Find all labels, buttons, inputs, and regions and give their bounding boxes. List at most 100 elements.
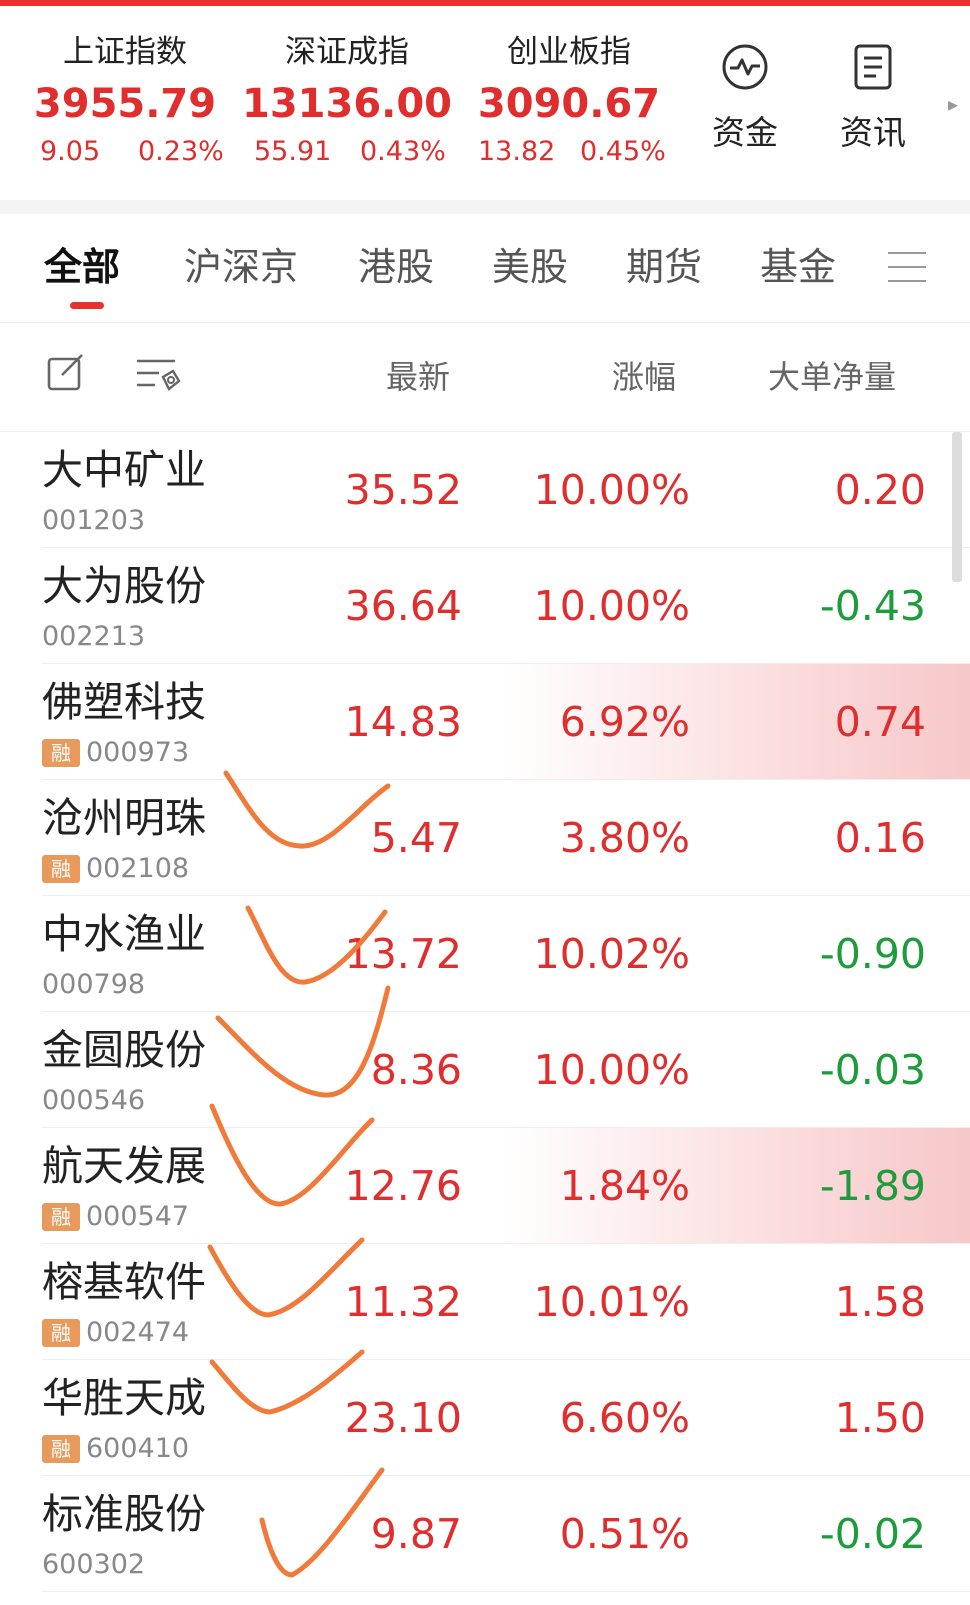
margin-badge: 融 — [42, 739, 80, 767]
stock-row[interactable]: 金圆股份 000546 8.36 10.00% -0.03 — [0, 1012, 970, 1128]
document-icon — [854, 44, 892, 90]
tab-us-stocks[interactable]: 美股 — [492, 240, 568, 294]
stock-change-pct: 10.00% — [533, 1046, 690, 1094]
stock-code: 600302 — [42, 1549, 146, 1580]
stock-price: 36.64 — [344, 582, 462, 630]
stock-row[interactable]: 佛塑科技融 000973 14.83 6.92% 0.74 — [0, 664, 970, 780]
stock-code-line: 002213 — [42, 620, 145, 654]
stock-big-order-net: 1.50 — [834, 1394, 926, 1442]
stock-change-pct: 6.60% — [559, 1394, 690, 1442]
tab-hk-stocks[interactable]: 港股 — [358, 240, 434, 294]
index-point: 13136.00 — [241, 81, 453, 127]
index-name: 创业板指 — [507, 34, 631, 70]
index-card-shanghai[interactable]: 上证指数 3955.79 9.05 0.23% — [0, 30, 250, 172]
column-big-order-net[interactable]: 大单净量 — [768, 353, 896, 401]
stock-change-pct: 10.00% — [533, 582, 690, 630]
stock-code-line: 融 000973 — [42, 736, 189, 770]
margin-badge: 融 — [42, 1435, 80, 1463]
stock-code: 000798 — [42, 969, 146, 1000]
filter-icon[interactable] — [135, 355, 181, 395]
stock-code-line: 融 000547 — [42, 1200, 189, 1234]
edit-icon[interactable] — [46, 353, 86, 393]
stock-code: 600410 — [86, 1433, 190, 1464]
stock-row[interactable]: 华胜天成融 600410 23.10 6.60% 1.50 — [0, 1360, 970, 1476]
funds-label: 资金 — [712, 113, 778, 152]
index-change-line: 55.91 0.43% — [222, 132, 472, 172]
stock-code-line: 融 600410 — [42, 1432, 189, 1466]
stock-name: 大中矿业 — [42, 446, 206, 494]
section-divider — [0, 200, 970, 214]
stock-change-pct: 10.02% — [533, 930, 690, 978]
tab-hs-bj[interactable]: 沪深京 — [184, 240, 298, 294]
stock-price: 23.10 — [344, 1394, 462, 1442]
margin-badge: 融 — [42, 1319, 80, 1347]
index-change-line: 9.05 0.23% — [0, 132, 250, 172]
stock-change-pct: 6.92% — [559, 698, 690, 746]
stock-big-order-net: -0.43 — [819, 582, 926, 630]
index-percent: 0.43% — [360, 136, 446, 167]
tab-futures[interactable]: 期货 — [626, 240, 702, 294]
stock-code-line: 000546 — [42, 1084, 145, 1118]
stock-change-pct: 1.84% — [559, 1162, 690, 1210]
stock-code-line: 融 002108 — [42, 852, 189, 886]
tab-all[interactable]: 全部 — [44, 240, 120, 294]
stock-name: 大为股份 — [42, 562, 206, 610]
tab-funds[interactable]: 基金 — [760, 240, 836, 294]
stock-big-order-net: -0.03 — [819, 1046, 926, 1094]
index-card-chinext[interactable]: 创业板指 3090.67 13.82 0.45% — [444, 30, 694, 172]
stock-row[interactable]: 大为股份 002213 36.64 10.00% -0.43 — [0, 548, 970, 664]
stock-price: 12.76 — [344, 1162, 462, 1210]
top-accent-bar — [0, 0, 970, 6]
stock-row[interactable]: 中水渔业 000798 13.72 10.02% -0.90 — [0, 896, 970, 1012]
list-header: 最新 涨幅 大单净量 — [0, 323, 970, 432]
index-percent: 0.23% — [138, 136, 224, 167]
stock-code: 002474 — [86, 1317, 190, 1348]
menu-icon[interactable] — [888, 252, 926, 286]
news-button[interactable]: 资讯 — [818, 42, 928, 154]
stock-row[interactable]: 沧州明珠融 002108 5.47 3.80% 0.16 — [0, 780, 970, 896]
stock-price: 35.52 — [344, 466, 462, 514]
stock-row[interactable]: 榕基软件融 002474 11.32 10.01% 1.58 — [0, 1244, 970, 1360]
stock-price: 11.32 — [344, 1278, 462, 1326]
pulse-chart-icon — [722, 44, 768, 90]
stock-row[interactable]: 标准股份 600302 9.87 0.51% -0.02 — [0, 1476, 970, 1592]
stock-big-order-net: -0.90 — [819, 930, 926, 978]
index-point: 3955.79 — [33, 81, 217, 127]
column-latest[interactable]: 最新 — [386, 353, 450, 401]
index-change: 9.05 — [40, 136, 101, 167]
margin-badge: 融 — [42, 855, 80, 883]
chevron-right-icon[interactable]: ▸ — [948, 92, 958, 116]
stock-price: 8.36 — [370, 1046, 462, 1094]
index-change-line: 13.82 0.45% — [444, 132, 694, 172]
stock-big-order-net: 1.58 — [834, 1278, 926, 1326]
column-change-pct[interactable]: 涨幅 — [612, 353, 676, 401]
scrollbar[interactable] — [952, 432, 962, 582]
funds-button[interactable]: 资金 — [690, 42, 800, 154]
stock-big-order-net: -0.02 — [819, 1510, 926, 1558]
stock-code: 002213 — [42, 621, 146, 652]
index-card-shenzhen[interactable]: 深证成指 13136.00 55.91 0.43% — [222, 30, 472, 172]
stock-change-pct: 0.51% — [559, 1510, 690, 1558]
stock-row[interactable]: 大中矿业 001203 35.52 10.00% 0.20 — [0, 432, 970, 548]
index-change: 13.82 — [478, 136, 556, 167]
stock-code: 000973 — [86, 737, 190, 768]
stock-name: 标准股份 — [42, 1490, 206, 1538]
stock-price: 14.83 — [344, 698, 462, 746]
stock-name: 榕基软件 — [42, 1258, 206, 1306]
stock-name: 中水渔业 — [42, 910, 206, 958]
margin-badge: 融 — [42, 1203, 80, 1231]
stock-price: 9.87 — [370, 1510, 462, 1558]
stock-name: 航天发展 — [42, 1142, 206, 1190]
stock-row[interactable]: 航天发展融 000547 12.76 1.84% -1.89 — [0, 1128, 970, 1244]
stock-big-order-net: 0.20 — [834, 466, 926, 514]
stock-price: 13.72 — [344, 930, 462, 978]
stock-name: 沧州明珠 — [42, 794, 206, 842]
index-percent: 0.45% — [580, 136, 666, 167]
stock-big-order-net: 0.74 — [834, 698, 926, 746]
market-tabs: 全部 沪深京 港股 美股 期货 基金 — [0, 214, 970, 323]
stock-code-line: 001203 — [42, 504, 145, 538]
index-name: 上证指数 — [63, 34, 187, 70]
stock-price: 5.47 — [370, 814, 462, 862]
row-divider — [42, 1591, 970, 1592]
stock-name: 华胜天成 — [42, 1374, 206, 1422]
